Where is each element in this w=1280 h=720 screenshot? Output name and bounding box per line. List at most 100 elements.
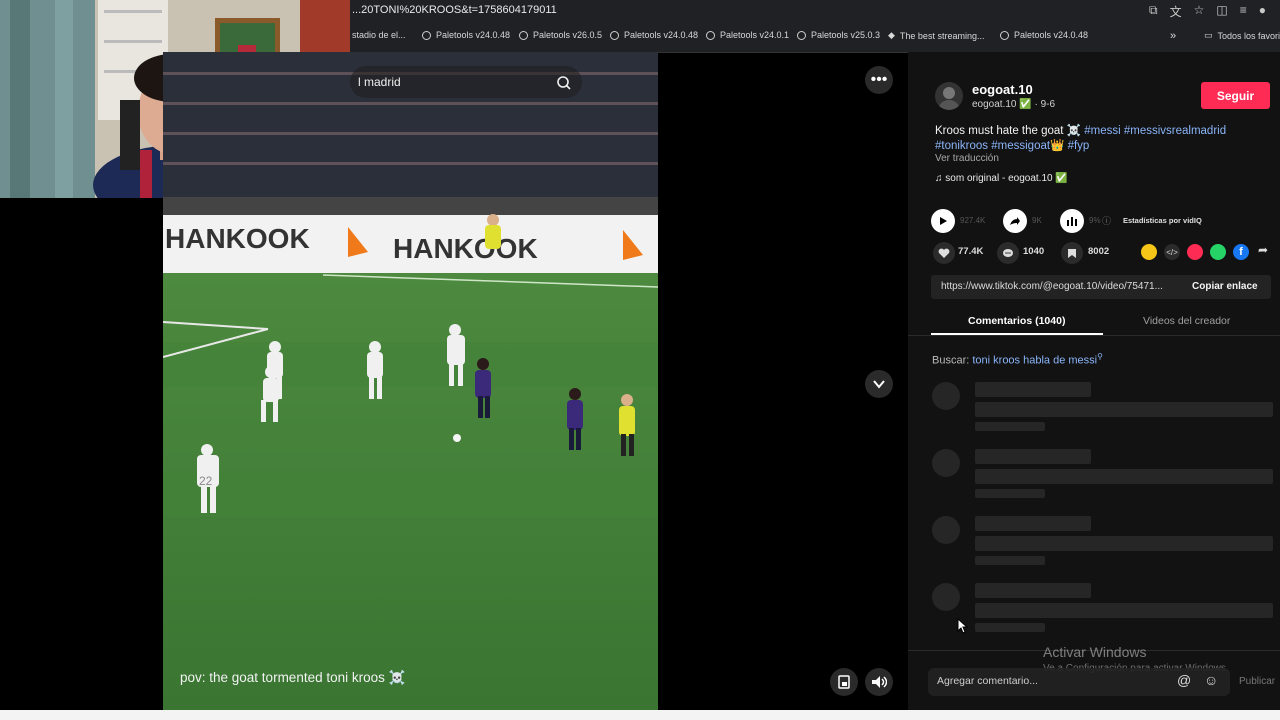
send-to-friend-icon[interactable] xyxy=(1187,244,1203,260)
translate-icon[interactable]: 文 xyxy=(1170,3,1182,20)
comment-skeleton-line xyxy=(975,556,1045,565)
play-stat-icon xyxy=(931,209,955,233)
video-player[interactable]: HANKOOK HANKOOK 22 xyxy=(163,52,658,710)
likes-count: 77.4K xyxy=(958,246,984,257)
music-row[interactable]: ♫ som original - eogoat.10 ✅ xyxy=(935,173,1068,184)
paletools-icon xyxy=(519,30,528,40)
mouse-cursor xyxy=(957,618,969,634)
emoji-icon[interactable]: ☺ xyxy=(1204,672,1218,688)
comment-skeleton-avatar xyxy=(932,516,960,544)
paletools-icon xyxy=(422,30,431,40)
profile-icon[interactable]: ● xyxy=(1259,3,1266,20)
more-dots-icon: ••• xyxy=(870,71,888,88)
video-description: Kroos must hate the goat ☠️ #messi #mess… xyxy=(935,123,1226,137)
see-translation-link[interactable]: Ver traducción xyxy=(935,153,999,164)
hashtags-line-2[interactable]: #tonikroos #messigoat👑 #fyp xyxy=(935,138,1089,152)
related-search[interactable]: Buscar: toni kroos habla de messi⚲ xyxy=(932,352,1103,367)
follow-button[interactable]: Seguir xyxy=(1201,82,1270,109)
bookmark-item[interactable]: stadio de el... xyxy=(352,30,406,40)
avatar[interactable] xyxy=(935,82,963,110)
extensions-icon[interactable]: ◫ xyxy=(1216,3,1227,20)
tab-creator-videos[interactable]: Videos del creador xyxy=(1143,315,1230,327)
star-icon[interactable]: ☆ xyxy=(1194,3,1205,20)
tabs-divider xyxy=(908,335,1280,336)
search-small-icon: ⚲ xyxy=(1097,352,1103,361)
copy-link-button[interactable]: Copiar enlace xyxy=(1192,281,1258,292)
comment-icon xyxy=(1003,248,1013,257)
comment-skeleton-avatar xyxy=(932,382,960,410)
bookmark-item[interactable]: Paletools v25.0.3 xyxy=(797,30,880,40)
comment-skeleton-line xyxy=(975,516,1091,531)
player-number: 22 xyxy=(199,474,213,488)
info-icon: ⓘ xyxy=(1102,216,1112,226)
comment-skeleton-line xyxy=(975,382,1091,397)
more-share-icon[interactable]: ➦ xyxy=(1258,243,1268,257)
video-caption: pov: the goat tormented toni kroos ☠️ xyxy=(180,670,406,685)
cast-icon[interactable]: ⧉ xyxy=(1149,3,1158,20)
comment-skeleton-avatar xyxy=(932,583,960,611)
comment-skeleton-line xyxy=(975,583,1091,598)
paletools-icon xyxy=(797,30,806,40)
bookmark-item[interactable]: Paletools v24.0.48 xyxy=(1000,30,1088,40)
hankook-board-2: HANKOOK xyxy=(393,233,538,264)
music-title: som original - eogoat.10 ✅ xyxy=(945,173,1068,184)
comment-skeleton-line xyxy=(975,489,1045,498)
plays-count: 927.4K xyxy=(960,216,986,225)
share-stat-icon xyxy=(1003,209,1027,233)
tab-comments[interactable]: Comentarios (1040) xyxy=(968,315,1065,327)
comments-button[interactable] xyxy=(997,242,1019,264)
chevron-down-icon xyxy=(873,380,885,389)
coin-share-icon[interactable] xyxy=(1141,244,1157,260)
taskbar-strip xyxy=(0,710,1280,720)
volume-button[interactable] xyxy=(865,668,893,696)
pip-icon xyxy=(838,675,850,689)
related-search-prefix: Buscar: xyxy=(932,354,970,367)
comment-placeholder[interactable]: Agregar comentario... xyxy=(937,675,1038,687)
comment-skeleton-line xyxy=(975,603,1273,618)
comment-skeleton-line xyxy=(975,623,1045,632)
hashtags-line-1[interactable]: #messi #messivsrealmadrid xyxy=(1084,125,1226,137)
comment-skeleton-line xyxy=(975,536,1273,551)
heart-icon xyxy=(938,248,950,258)
percent-value: 9% xyxy=(1089,216,1101,225)
floating-player-button[interactable] xyxy=(830,668,858,696)
hankook-board-1: HANKOOK xyxy=(165,223,310,254)
diamond-icon: ◆ xyxy=(888,30,895,40)
menu-list-icon[interactable]: ≡ xyxy=(1240,3,1247,20)
video-frame: HANKOOK HANKOOK 22 xyxy=(163,52,658,710)
bookmark-item[interactable]: Paletools v24.0.48 xyxy=(422,30,510,40)
more-bookmarks-icon[interactable]: » xyxy=(1170,30,1176,42)
activate-windows-title: Activar Windows xyxy=(1043,644,1147,660)
publish-button[interactable]: Publicar xyxy=(1239,676,1275,687)
bookmark-item[interactable]: Paletools v26.0.5 xyxy=(519,30,602,40)
all-bookmarks-folder[interactable]: ▭ Todos los favori xyxy=(1204,30,1280,41)
comments-count: 1040 xyxy=(1023,246,1045,257)
vidiq-label[interactable]: Estadísticas por vidIQ xyxy=(1123,216,1202,225)
creator-handle-date: eogoat.10 ✅ · 9-6 xyxy=(972,99,1056,110)
comment-skeleton-line xyxy=(975,469,1273,484)
related-search-query[interactable]: toni kroos habla de messi xyxy=(972,355,1097,367)
paletools-icon xyxy=(1000,30,1009,40)
whatsapp-icon[interactable] xyxy=(1210,244,1226,260)
embed-icon[interactable]: </> xyxy=(1164,244,1180,260)
search-icon[interactable] xyxy=(556,75,572,96)
saves-count: 8002 xyxy=(1088,246,1110,257)
facebook-icon[interactable]: f xyxy=(1233,244,1249,260)
next-video-button[interactable] xyxy=(865,370,893,398)
save-button[interactable] xyxy=(1061,242,1083,264)
bookmark-icon xyxy=(1068,248,1076,258)
video-link[interactable]: https://www.tiktok.com/@eogoat.10/video/… xyxy=(941,281,1163,292)
comment-skeleton-line xyxy=(975,449,1091,464)
shares-count: 9K xyxy=(1032,216,1042,225)
search-input-text[interactable]: l madrid xyxy=(358,75,401,89)
like-button[interactable] xyxy=(933,242,955,264)
bookmark-item[interactable]: Paletools v24.0.1 xyxy=(706,30,789,40)
creator-name[interactable]: eogoat.10 xyxy=(972,82,1033,97)
mention-icon[interactable]: @ xyxy=(1177,672,1191,688)
bar-chart-icon xyxy=(1060,209,1084,233)
more-options-button[interactable]: ••• xyxy=(865,66,893,94)
bookmark-item[interactable]: ◆ The best streaming... xyxy=(888,30,984,41)
url-text[interactable]: ...20TONI%20KROOS&t=1758604179011 xyxy=(352,4,557,16)
description-text: Kroos must hate the goat ☠️ xyxy=(935,125,1082,137)
bookmark-item[interactable]: Paletools v24.0.48 xyxy=(610,30,698,40)
